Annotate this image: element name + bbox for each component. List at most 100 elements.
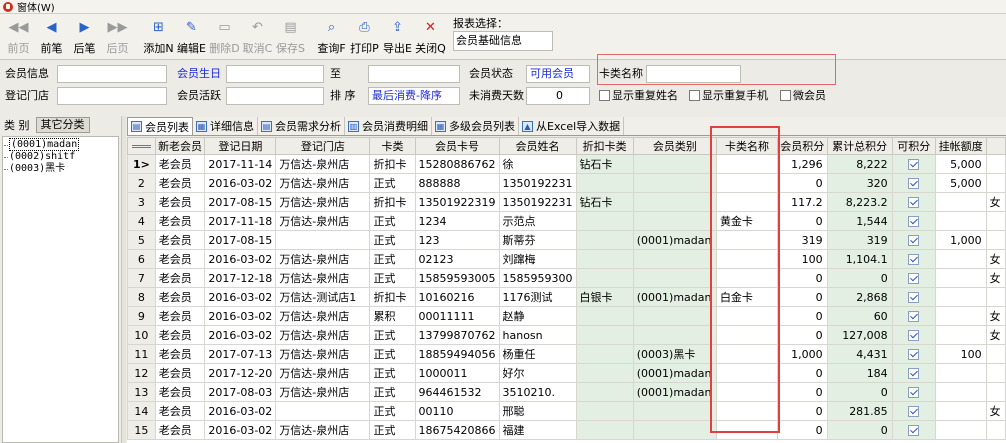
table-cell[interactable] xyxy=(632,306,717,326)
table-cell[interactable]: 正式 xyxy=(369,382,416,402)
table-cell[interactable]: 老会员 xyxy=(154,287,206,307)
table-cell[interactable]: 0 xyxy=(776,268,828,288)
table-cell[interactable] xyxy=(985,154,1006,174)
table-cell[interactable]: 100 xyxy=(934,344,987,364)
checked-checkbox-icon[interactable] xyxy=(908,367,920,379)
checked-checkbox-icon[interactable] xyxy=(908,234,920,246)
birthday-from-input[interactable] xyxy=(226,65,324,83)
table-cell[interactable]: 0 xyxy=(826,268,893,288)
tree-item[interactable]: (0003)黑卡 xyxy=(3,163,118,175)
table-row[interactable]: 1> 老会员 2017-11-14 万信达-泉州店 折扣卡 15280886762 徐钻石卡… xyxy=(127,154,1006,174)
table-cell[interactable]: 正式 xyxy=(369,325,416,345)
table-row[interactable]: 10 老会员 2016-03-02 万信达-泉州店 正式 13799870762 hanos… xyxy=(127,325,1006,345)
table-cell[interactable]: 100 xyxy=(776,249,828,269)
checked-checkbox-icon[interactable] xyxy=(908,291,920,303)
table-cell[interactable] xyxy=(715,249,778,269)
toolbar-button-5[interactable]: ✎ 编辑E xyxy=(175,14,208,58)
table-cell[interactable] xyxy=(891,287,936,307)
table-cell[interactable]: 折扣卡 xyxy=(369,154,416,174)
table-cell[interactable]: 2,868 xyxy=(826,287,893,307)
checked-checkbox-icon[interactable] xyxy=(908,405,920,417)
table-cell[interactable]: 2016-03-02 xyxy=(204,173,277,193)
column-header[interactable]: 登记门店 xyxy=(275,137,371,155)
table-cell[interactable]: 5,000 xyxy=(934,154,987,174)
table-cell[interactable]: 正式 xyxy=(369,211,416,231)
table-cell[interactable] xyxy=(985,173,1006,193)
table-cell[interactable] xyxy=(715,306,778,326)
table-row[interactable]: 12 老会员 2017-12-20 万信达-泉州店 正式 1000011 好尔 (0001)m… xyxy=(127,363,1006,383)
table-row[interactable]: 14 老会员 2016-03-02 正式 00110 邢聪 0 281.85 女 xyxy=(127,401,1006,421)
table-cell[interactable]: 正式 xyxy=(369,173,416,193)
table-cell[interactable]: 老会员 xyxy=(154,363,206,383)
table-row[interactable]: 8 老会员 2016-03-02 万信达-测试店1 折扣卡 10160216 1176测试白… xyxy=(127,287,1006,307)
table-cell[interactable]: 杨重任 xyxy=(498,344,577,364)
column-header[interactable]: 会员姓名 xyxy=(498,137,577,155)
table-cell[interactable] xyxy=(632,420,717,440)
table-cell[interactable]: 1,296 xyxy=(776,154,828,174)
tab-4[interactable]: ▦ 多级会员列表 xyxy=(432,117,519,135)
table-cell[interactable] xyxy=(934,401,987,421)
table-cell[interactable]: 319 xyxy=(826,230,893,250)
table-cell[interactable] xyxy=(985,344,1006,364)
table-cell[interactable]: 184 xyxy=(826,363,893,383)
table-cell[interactable]: 老会员 xyxy=(154,344,206,364)
table-cell[interactable]: hanosn xyxy=(498,325,577,345)
table-cell[interactable]: 0 xyxy=(776,382,828,402)
table-cell[interactable]: 正式 xyxy=(369,344,416,364)
tab-1[interactable]: ▦ 详细信息 xyxy=(193,117,258,135)
table-cell[interactable]: 万信达-泉州店 xyxy=(275,173,371,193)
show-dup-phone-checkbox[interactable]: 显示重复手机 xyxy=(689,87,768,105)
table-cell[interactable]: 00011111 xyxy=(414,306,500,326)
table-cell[interactable]: 2016-03-02 xyxy=(204,306,277,326)
checked-checkbox-icon[interactable] xyxy=(908,196,920,208)
checked-checkbox-icon[interactable] xyxy=(908,215,920,227)
table-cell[interactable] xyxy=(891,401,936,421)
checkbox-box[interactable] xyxy=(599,90,610,101)
table-cell[interactable]: 万信达-泉州店 xyxy=(275,363,371,383)
column-header[interactable]: 可积分 xyxy=(891,137,936,155)
checked-checkbox-icon[interactable] xyxy=(908,386,920,398)
table-cell[interactable]: 斯蒂芬 xyxy=(498,230,577,250)
table-cell[interactable]: 老会员 xyxy=(154,211,206,231)
tree-item[interactable]: (0002)shitf xyxy=(3,151,118,163)
table-cell[interactable]: 钻石卡 xyxy=(575,154,634,174)
table-cell[interactable] xyxy=(891,382,936,402)
table-cell[interactable]: 4,431 xyxy=(826,344,893,364)
table-cell[interactable] xyxy=(934,249,987,269)
table-cell[interactable]: 老会员 xyxy=(154,192,206,212)
table-cell[interactable]: 女 xyxy=(985,306,1006,326)
toolbar-button-10[interactable]: ⎙ 打印P xyxy=(348,14,381,58)
table-cell[interactable]: 刘蹿梅 xyxy=(498,249,577,269)
table-cell[interactable]: (0001)madan xyxy=(632,287,717,307)
toolbar-button-2[interactable]: ▶ 后笔 xyxy=(68,14,101,58)
table-cell[interactable]: 1000011 xyxy=(414,363,500,383)
table-cell[interactable] xyxy=(575,325,634,345)
table-cell[interactable]: 徐 xyxy=(498,154,577,174)
table-cell[interactable] xyxy=(275,401,371,421)
toolbar-button-12[interactable]: ✕ 关闭Q xyxy=(414,14,447,58)
table-cell[interactable] xyxy=(934,420,987,440)
table-cell[interactable] xyxy=(575,382,634,402)
table-cell[interactable] xyxy=(891,344,936,364)
table-cell[interactable]: 老会员 xyxy=(154,325,206,345)
table-cell[interactable]: 2017-07-13 xyxy=(204,344,277,364)
table-cell[interactable]: 2016-03-02 xyxy=(204,401,277,421)
table-cell[interactable]: 2016-03-02 xyxy=(204,420,277,440)
table-cell[interactable]: 万信达-泉州店 xyxy=(275,306,371,326)
table-cell[interactable]: 00110 xyxy=(414,401,500,421)
checked-checkbox-icon[interactable] xyxy=(908,158,920,170)
table-cell[interactable]: 示范点 xyxy=(498,211,577,231)
table-cell[interactable]: 0 xyxy=(826,382,893,402)
column-header[interactable]: 登记日期 xyxy=(204,137,277,155)
table-cell[interactable] xyxy=(575,306,634,326)
table-cell[interactable]: 2017-08-15 xyxy=(204,230,277,250)
toolbar-button-7[interactable]: ↶ 取消C xyxy=(241,14,274,58)
table-cell[interactable] xyxy=(715,401,778,421)
table-cell[interactable] xyxy=(715,420,778,440)
column-header[interactable]: 累计总积分 xyxy=(826,137,893,155)
table-cell[interactable] xyxy=(715,344,778,364)
tab-2[interactable]: ▤ 会员需求分析 xyxy=(258,117,345,135)
table-cell[interactable]: 8,223.2 xyxy=(826,192,893,212)
table-cell[interactable]: 正式 xyxy=(369,268,416,288)
table-cell[interactable]: 女 xyxy=(985,325,1006,345)
